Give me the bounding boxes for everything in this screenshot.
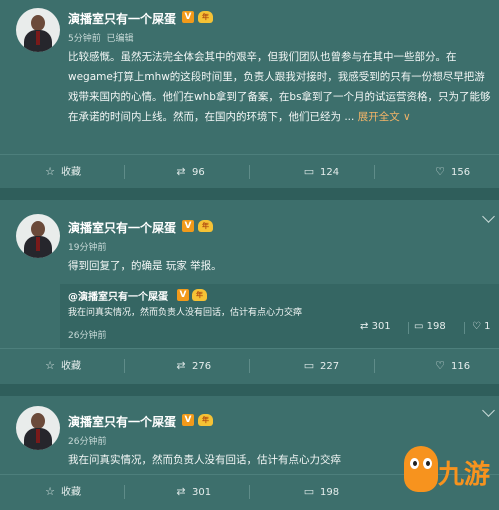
divider: [374, 165, 375, 179]
comment-count: 198: [320, 487, 340, 498]
divider: [249, 359, 250, 373]
divider: [124, 165, 125, 179]
weibo-post: 演播室只有一个屎蛋 V 年 19分钟前 得到回复了，的确是 玩家 举报。 @演播…: [0, 200, 499, 390]
quoted-repost[interactable]: ⇄ 301: [360, 321, 391, 332]
repost-button[interactable]: ⇄ 276: [175, 349, 211, 383]
logo-text: 九游: [438, 460, 491, 490]
chevron-down-icon[interactable]: [482, 210, 495, 223]
member-crown-icon: 年: [198, 11, 213, 23]
like-button[interactable]: ♡ 156: [434, 155, 470, 189]
favorite-label: 收藏: [61, 167, 81, 178]
like-count: 116: [451, 361, 471, 372]
quoted-like[interactable]: ♡ 1: [472, 321, 491, 332]
quoted-like-count: 1: [484, 321, 491, 332]
member-crown-icon: 年: [198, 414, 213, 426]
divider: [249, 165, 250, 179]
comment-count: 227: [320, 361, 340, 372]
star-icon: ☆: [45, 359, 55, 372]
favorite-button[interactable]: ☆ 收藏: [44, 349, 81, 383]
post-text: 比较感慨。虽然无法完全体会其中的艰辛，但我们团队也曾参与在其中一些部分。在weg…: [68, 47, 492, 127]
member-crown-icon: 年: [198, 220, 213, 232]
repost-count: 301: [192, 487, 212, 498]
comment-count: 124: [320, 167, 340, 178]
avatar[interactable]: [16, 214, 60, 258]
divider: [408, 322, 409, 334]
feed-divider: [0, 188, 499, 200]
author-name[interactable]: 演播室只有一个屎蛋: [68, 10, 176, 27]
quoted-post[interactable]: @演播室只有一个屎蛋 V 年 我在问真实情况，然而负责人没有回话，估计有点心力交…: [60, 284, 499, 348]
favorite-button[interactable]: ☆ 收藏: [44, 155, 81, 189]
expand-label[interactable]: 展开全文: [358, 111, 400, 123]
star-icon: ☆: [45, 485, 55, 498]
post-time[interactable]: 26分钟前: [68, 434, 106, 447]
post-body: 比较感慨。虽然无法完全体会其中的艰辛，但我们团队也曾参与在其中一些部分。在weg…: [68, 51, 491, 123]
repost-button[interactable]: ⇄ 96: [175, 155, 205, 189]
weibo-post: 演播室只有一个屎蛋 V 年 5分钟前 已编辑 比较感慨。虽然无法完全体会其中的艰…: [0, 0, 499, 188]
quoted-comment-count: 198: [426, 321, 446, 332]
feed-divider: [0, 384, 499, 396]
comment-button[interactable]: ▭ 124: [303, 155, 339, 189]
favorite-button[interactable]: ☆ 收藏: [44, 475, 81, 509]
comment-icon: ▭: [303, 165, 315, 178]
divider: [464, 322, 465, 334]
author-name[interactable]: 演播室只有一个屎蛋: [68, 413, 176, 430]
post-text: 得到回复了，的确是 玩家 举报。: [68, 260, 222, 272]
quoted-author[interactable]: @演播室只有一个屎蛋: [68, 288, 168, 303]
comment-button[interactable]: ▭ 227: [303, 349, 339, 383]
member-crown-icon: 年: [192, 289, 207, 301]
favorite-label: 收藏: [61, 487, 81, 498]
post-time[interactable]: 19分钟前: [68, 240, 106, 253]
chevron-down-icon: ∨: [403, 111, 411, 123]
thumbs-up-icon: ♡: [472, 321, 481, 332]
chevron-down-icon[interactable]: [482, 404, 495, 417]
comment-icon: ▭: [414, 321, 424, 332]
verified-badge: V: [182, 11, 194, 23]
divider: [374, 359, 375, 373]
divider: [249, 485, 250, 499]
repost-count: 276: [192, 361, 212, 372]
divider: [124, 359, 125, 373]
expand-full-text-link[interactable]: 展开全文 ∨: [358, 111, 411, 123]
repost-button[interactable]: ⇄ 301: [175, 475, 211, 509]
repost-icon: ⇄: [176, 359, 186, 372]
verified-badge: V: [182, 414, 194, 426]
comment-icon: ▭: [303, 359, 315, 372]
post-time[interactable]: 5分钟前 已编辑: [68, 31, 133, 44]
jiuyou-logo: 九游: [398, 444, 498, 502]
repost-icon: ⇄: [176, 165, 186, 178]
repost-count: 96: [192, 167, 205, 178]
favorite-label: 收藏: [61, 361, 81, 372]
verified-badge: V: [177, 289, 189, 301]
quoted-comment[interactable]: ▭ 198: [414, 321, 446, 332]
repost-icon: ⇄: [360, 321, 369, 332]
author-name[interactable]: 演播室只有一个屎蛋: [68, 219, 176, 236]
quoted-text: 我在问真实情况，然而负责人没有回话，估计有点心力交瘁: [68, 308, 303, 318]
time-text[interactable]: 5分钟前: [68, 34, 101, 44]
like-count: 156: [451, 167, 471, 178]
verified-badge: V: [182, 220, 194, 232]
quoted-repost-count: 301: [371, 321, 391, 332]
thumbs-up-icon: ♡: [435, 359, 445, 372]
repost-icon: ⇄: [176, 485, 186, 498]
comment-button[interactable]: ▭ 198: [303, 475, 339, 509]
edited-label: 已编辑: [106, 34, 134, 44]
quoted-time[interactable]: 26分钟前: [68, 328, 106, 341]
avatar[interactable]: [16, 8, 60, 52]
action-bar: ☆ 收藏 ⇄ 96 ▭ 124 ♡ 156: [0, 154, 499, 189]
star-icon: ☆: [45, 165, 55, 178]
action-bar: ☆ 收藏 ⇄ 276 ▭ 227 ♡ 116: [0, 348, 499, 383]
avatar[interactable]: [16, 406, 60, 450]
like-button[interactable]: ♡ 116: [434, 349, 470, 383]
divider: [124, 485, 125, 499]
thumbs-up-icon: ♡: [435, 165, 445, 178]
mascot-icon: [404, 446, 438, 492]
comment-icon: ▭: [303, 485, 315, 498]
